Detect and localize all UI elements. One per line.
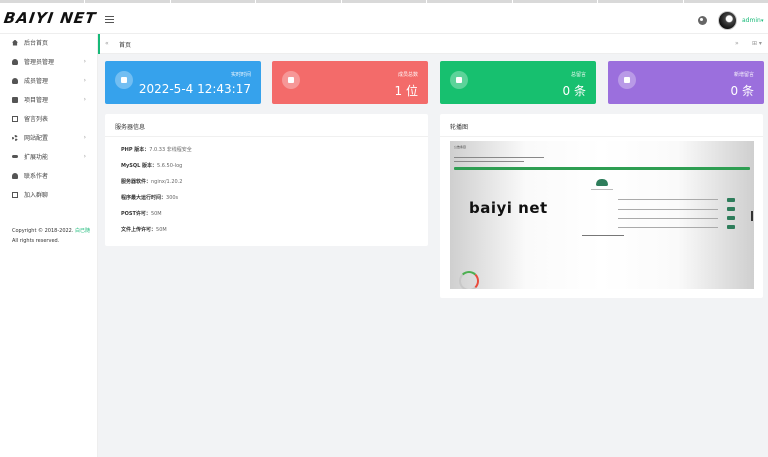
info-row: PHP 版本：7.0.33 非线程安全 bbox=[121, 147, 192, 153]
chat-icon bbox=[12, 191, 18, 198]
sidebar-item-label: 加入群聊 bbox=[24, 192, 49, 199]
carousel-image-title: 公告条目 bbox=[454, 145, 467, 149]
sidebar-item-contact[interactable]: 联系作者 bbox=[0, 166, 98, 185]
stat-card-time: 实时时间 2022-5-4 12:43:17 bbox=[105, 61, 261, 104]
divider bbox=[105, 136, 428, 137]
stat-value: 1 位 bbox=[394, 84, 418, 98]
text-line bbox=[618, 218, 718, 219]
sidebar-item-projects[interactable]: 项目管理 › bbox=[0, 90, 98, 109]
copyright: Copyright © 2018-2022. 白已随 All rights re… bbox=[12, 226, 92, 246]
panel-title: 服务器信息 bbox=[115, 124, 146, 131]
copyright-text: Copyright © 2018-2022. bbox=[12, 228, 74, 234]
top-progress-strip bbox=[0, 0, 768, 3]
sidebar-item-dashboard[interactable]: 后台首页 bbox=[0, 33, 98, 52]
text-line bbox=[618, 227, 718, 228]
chevron-right-icon: › bbox=[83, 58, 86, 65]
stat-value: 0 条 bbox=[730, 84, 754, 98]
sidebar-item-members[interactable]: 成员管理 › bbox=[0, 71, 98, 90]
sidebar-item-label: 网站配置 bbox=[24, 135, 49, 142]
sidebar-item-label: 扩展功能 bbox=[24, 154, 49, 161]
document-icon bbox=[12, 96, 18, 103]
carousel-mini-button bbox=[727, 216, 735, 220]
sidebar-item-label: 项目管理 bbox=[24, 97, 49, 104]
carousel-scroll-indicator bbox=[751, 211, 753, 221]
bell-icon bbox=[12, 172, 18, 179]
link-icon bbox=[12, 155, 18, 158]
sidebar-item-site-config[interactable]: 网站配置 › bbox=[0, 128, 98, 147]
gear-icon bbox=[12, 134, 18, 141]
panel-title: 轮播图 bbox=[450, 124, 469, 131]
tab-scroll-right-icon[interactable]: » bbox=[735, 40, 739, 47]
stat-card-new-messages: 新增留言 0 条 bbox=[608, 61, 764, 104]
info-row: 程序最大运行时间：300s bbox=[121, 195, 179, 201]
copyright-suffix: All rights reserved. bbox=[12, 238, 60, 244]
sidebar-item-extensions[interactable]: 扩展功能 › bbox=[0, 147, 98, 166]
text-line bbox=[454, 161, 524, 162]
carousel-mini-button bbox=[727, 198, 735, 202]
chevron-right-icon: › bbox=[83, 153, 86, 160]
user-icon bbox=[282, 71, 300, 89]
tab-options-dropdown[interactable]: ⊞ ▾ bbox=[752, 40, 762, 47]
menu-toggle-icon[interactable] bbox=[105, 16, 114, 24]
carousel-logo: baiyi net bbox=[469, 199, 548, 217]
stat-value: 0 条 bbox=[562, 84, 586, 98]
avatar[interactable] bbox=[718, 11, 737, 30]
divider bbox=[440, 136, 763, 137]
carousel-image[interactable]: 公告条目 baiyi net bbox=[450, 141, 754, 289]
message-icon bbox=[618, 71, 636, 89]
user-icon bbox=[12, 58, 18, 65]
text-line bbox=[618, 209, 718, 210]
stat-label: 实时时间 bbox=[230, 72, 251, 78]
carousel-progress-bar bbox=[454, 167, 750, 170]
tab-home[interactable]: 首页 bbox=[119, 40, 131, 49]
cloud-icon bbox=[596, 179, 608, 186]
tabs-bar: « 首页 » ⊞ ▾ bbox=[98, 34, 768, 54]
rocket-icon bbox=[115, 71, 133, 89]
top-header: BAIYI NET admin ▾ bbox=[0, 0, 768, 34]
text-line bbox=[454, 157, 544, 158]
info-row: 服务器软件：nginx/1.20.2 bbox=[121, 179, 183, 185]
sidebar-item-label: 留言列表 bbox=[24, 116, 49, 123]
text-line bbox=[582, 235, 624, 236]
rocket-icon bbox=[450, 71, 468, 89]
chevron-right-icon: › bbox=[83, 96, 86, 103]
message-icon bbox=[12, 115, 18, 122]
palette-icon[interactable] bbox=[698, 16, 707, 25]
copyright-link[interactable]: 白已随 bbox=[75, 228, 90, 234]
stat-label: 新增留言 bbox=[733, 72, 754, 78]
tab-active-marker bbox=[98, 34, 100, 54]
server-info-panel: 服务器信息 PHP 版本：7.0.33 非线程安全 MySQL 版本：5.6.5… bbox=[105, 114, 428, 246]
stat-card-messages: 总留言 0 条 bbox=[440, 61, 596, 104]
text-line bbox=[618, 199, 718, 200]
info-row: 文件上传许可：50M bbox=[121, 227, 167, 233]
coin-icon bbox=[459, 271, 479, 289]
sidebar-item-label: 后台首页 bbox=[24, 40, 49, 47]
chevron-right-icon: › bbox=[83, 77, 86, 84]
sidebar-item-label: 成员管理 bbox=[24, 78, 49, 85]
tab-scroll-left-icon[interactable]: « bbox=[105, 40, 109, 47]
home-icon bbox=[12, 39, 18, 46]
sidebar-item-label: 联系作者 bbox=[24, 173, 49, 180]
chevron-right-icon: › bbox=[83, 134, 86, 141]
user-icon bbox=[12, 77, 18, 84]
text-line bbox=[591, 189, 613, 190]
carousel-mini-button bbox=[727, 207, 735, 211]
info-row: POST许可：50M bbox=[121, 211, 162, 217]
user-name[interactable]: admin bbox=[742, 17, 761, 24]
stat-label: 总留言 bbox=[570, 72, 586, 78]
chevron-down-icon[interactable]: ▾ bbox=[761, 18, 764, 24]
stat-value: 2022-5-4 12:43:17 bbox=[138, 82, 251, 96]
sidebar-item-admins[interactable]: 管理员管理 › bbox=[0, 52, 98, 71]
sidebar-item-messages[interactable]: 留言列表 bbox=[0, 109, 98, 128]
carousel-mini-button bbox=[727, 225, 735, 229]
sidebar: 后台首页 管理员管理 › 成员管理 › 项目管理 › 留言列表 网站配置 › 扩… bbox=[0, 34, 98, 457]
stat-label: 成员总数 bbox=[397, 72, 418, 78]
site-logo[interactable]: BAIYI NET bbox=[3, 9, 98, 27]
stat-card-members: 成员总数 1 位 bbox=[272, 61, 428, 104]
sidebar-item-join-chat[interactable]: 加入群聊 bbox=[0, 185, 98, 204]
info-row: MySQL 版本：5.6.50-log bbox=[121, 163, 183, 169]
sidebar-item-label: 管理员管理 bbox=[24, 59, 55, 66]
